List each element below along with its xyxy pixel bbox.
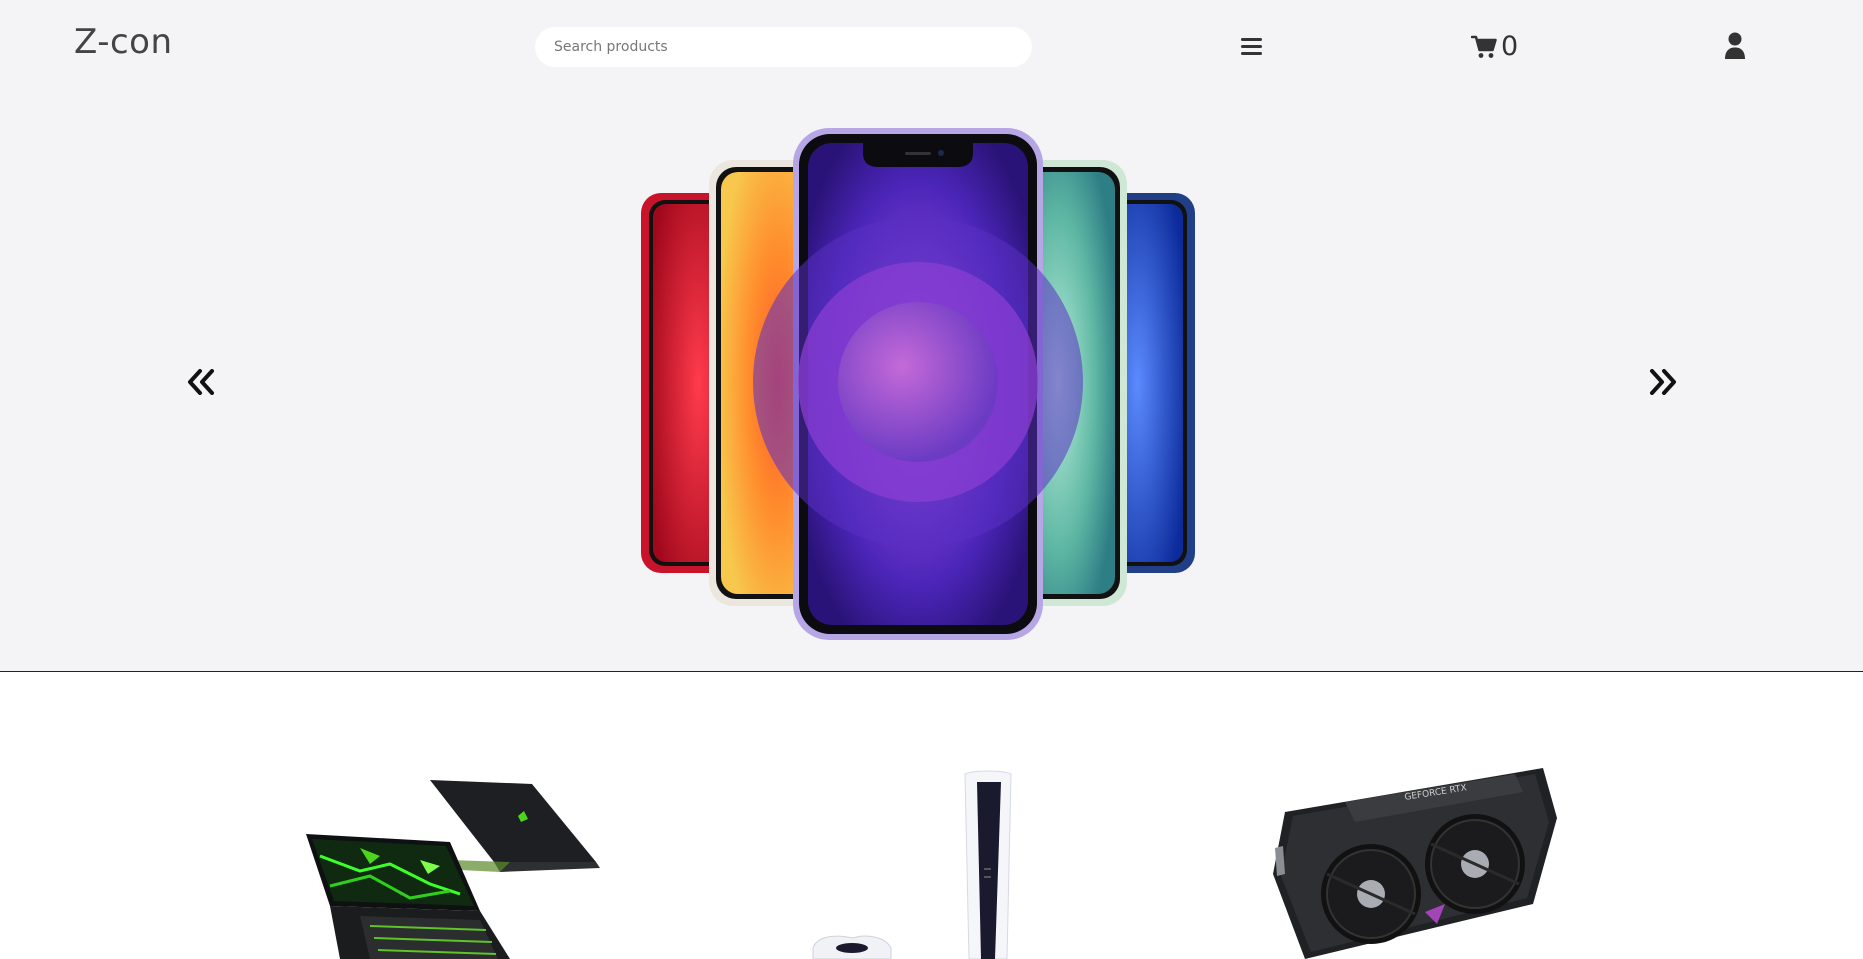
product-showcase: GEFORCE RTX — [0, 672, 1863, 959]
hero-phones-image — [641, 128, 1195, 640]
game-console-image[interactable] — [805, 768, 1045, 959]
carousel-next-button[interactable] — [1645, 366, 1681, 398]
carousel-prev-button[interactable] — [183, 366, 219, 398]
gaming-laptop-image[interactable] — [300, 776, 600, 959]
shopping-cart-icon — [1471, 35, 1497, 58]
user-icon[interactable] — [1724, 32, 1746, 60]
double-chevron-right-icon — [1650, 369, 1676, 395]
search-input[interactable] — [535, 27, 1032, 67]
graphics-card-image[interactable]: GEFORCE RTX — [1265, 764, 1560, 959]
hero-banner: Z-con 0 — [0, 0, 1863, 672]
cart-count: 0 — [1501, 31, 1519, 62]
double-chevron-left-icon — [188, 369, 214, 395]
hamburger-menu-icon[interactable] — [1241, 36, 1262, 57]
cart-button[interactable]: 0 — [1471, 31, 1518, 63]
site-logo[interactable]: Z-con — [74, 22, 173, 62]
